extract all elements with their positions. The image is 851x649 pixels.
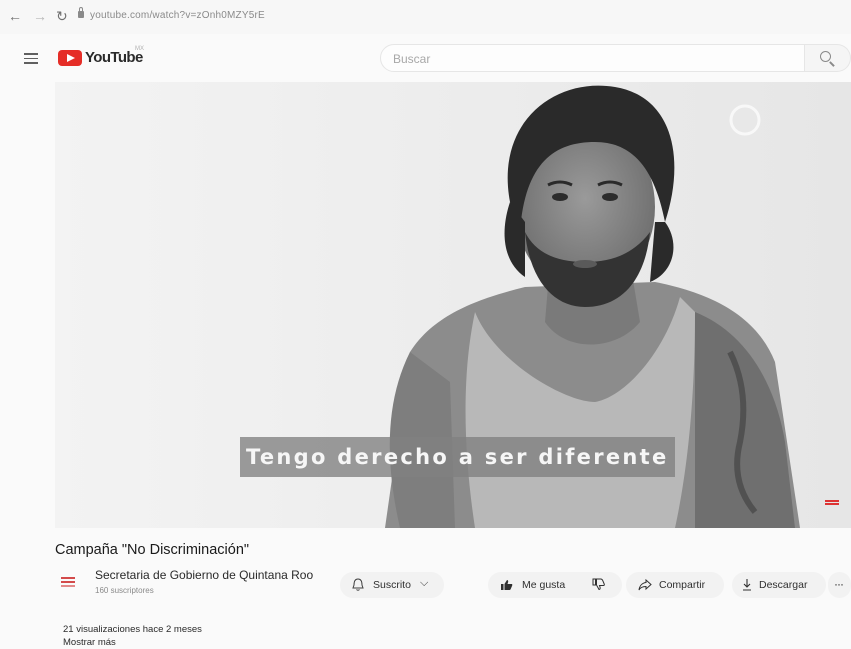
search-box[interactable] xyxy=(380,44,805,73)
like-dislike-group: Me gusta xyxy=(488,572,622,598)
lock-icon xyxy=(78,7,84,18)
more-dots-icon: ··· xyxy=(834,577,844,591)
upload-date: hace 2 meses xyxy=(142,624,202,635)
back-arrow-icon[interactable]: ← xyxy=(8,9,22,23)
youtube-header: YouTube MX xyxy=(0,34,851,82)
view-count: 21 visualizaciones xyxy=(63,624,141,635)
subscriber-count: 160 suscriptores xyxy=(95,586,154,595)
like-button[interactable]: Me gusta xyxy=(522,579,565,591)
channel-name[interactable]: Secretaria de Gobierno de Quintana Roo xyxy=(95,568,313,582)
download-icon xyxy=(743,579,751,591)
search-button[interactable] xyxy=(805,44,851,72)
channel-watermark-icon xyxy=(825,500,839,506)
video-title: Campaña "No Discriminación" xyxy=(55,542,250,558)
youtube-play-icon xyxy=(58,50,82,66)
download-button[interactable]: Descargar xyxy=(732,572,826,598)
video-caption: Tengo derecho a ser diferente xyxy=(240,437,675,477)
video-player[interactable]: Tengo derecho a ser diferente xyxy=(55,82,851,528)
thumbs-up-icon[interactable] xyxy=(500,579,513,591)
search-input[interactable] xyxy=(381,45,775,73)
video-metadata: 21 visualizaciones hace 2 meses xyxy=(63,624,202,635)
share-arrow-icon xyxy=(638,579,652,591)
channel-avatar[interactable] xyxy=(57,571,79,593)
share-button[interactable]: Compartir xyxy=(626,572,724,598)
bell-icon xyxy=(352,578,364,591)
forward-arrow-icon[interactable]: → xyxy=(33,9,47,23)
show-more-link[interactable]: Mostrar más xyxy=(63,637,116,648)
hamburger-menu-icon[interactable] xyxy=(24,53,38,64)
search-icon xyxy=(820,51,831,62)
browser-toolbar: ← → ↻ youtube.com/watch?v=zOnh0MZY5rE xyxy=(0,0,851,34)
subscribed-button[interactable]: Suscrito ⌵ xyxy=(340,572,444,598)
reload-icon[interactable]: ↻ xyxy=(56,9,68,23)
chevron-down-icon: ⌵ xyxy=(420,577,429,589)
more-actions-button[interactable]: ··· xyxy=(828,572,851,598)
address-bar-url[interactable]: youtube.com/watch?v=zOnh0MZY5rE xyxy=(90,10,265,21)
thumbs-down-icon[interactable] xyxy=(592,578,605,591)
